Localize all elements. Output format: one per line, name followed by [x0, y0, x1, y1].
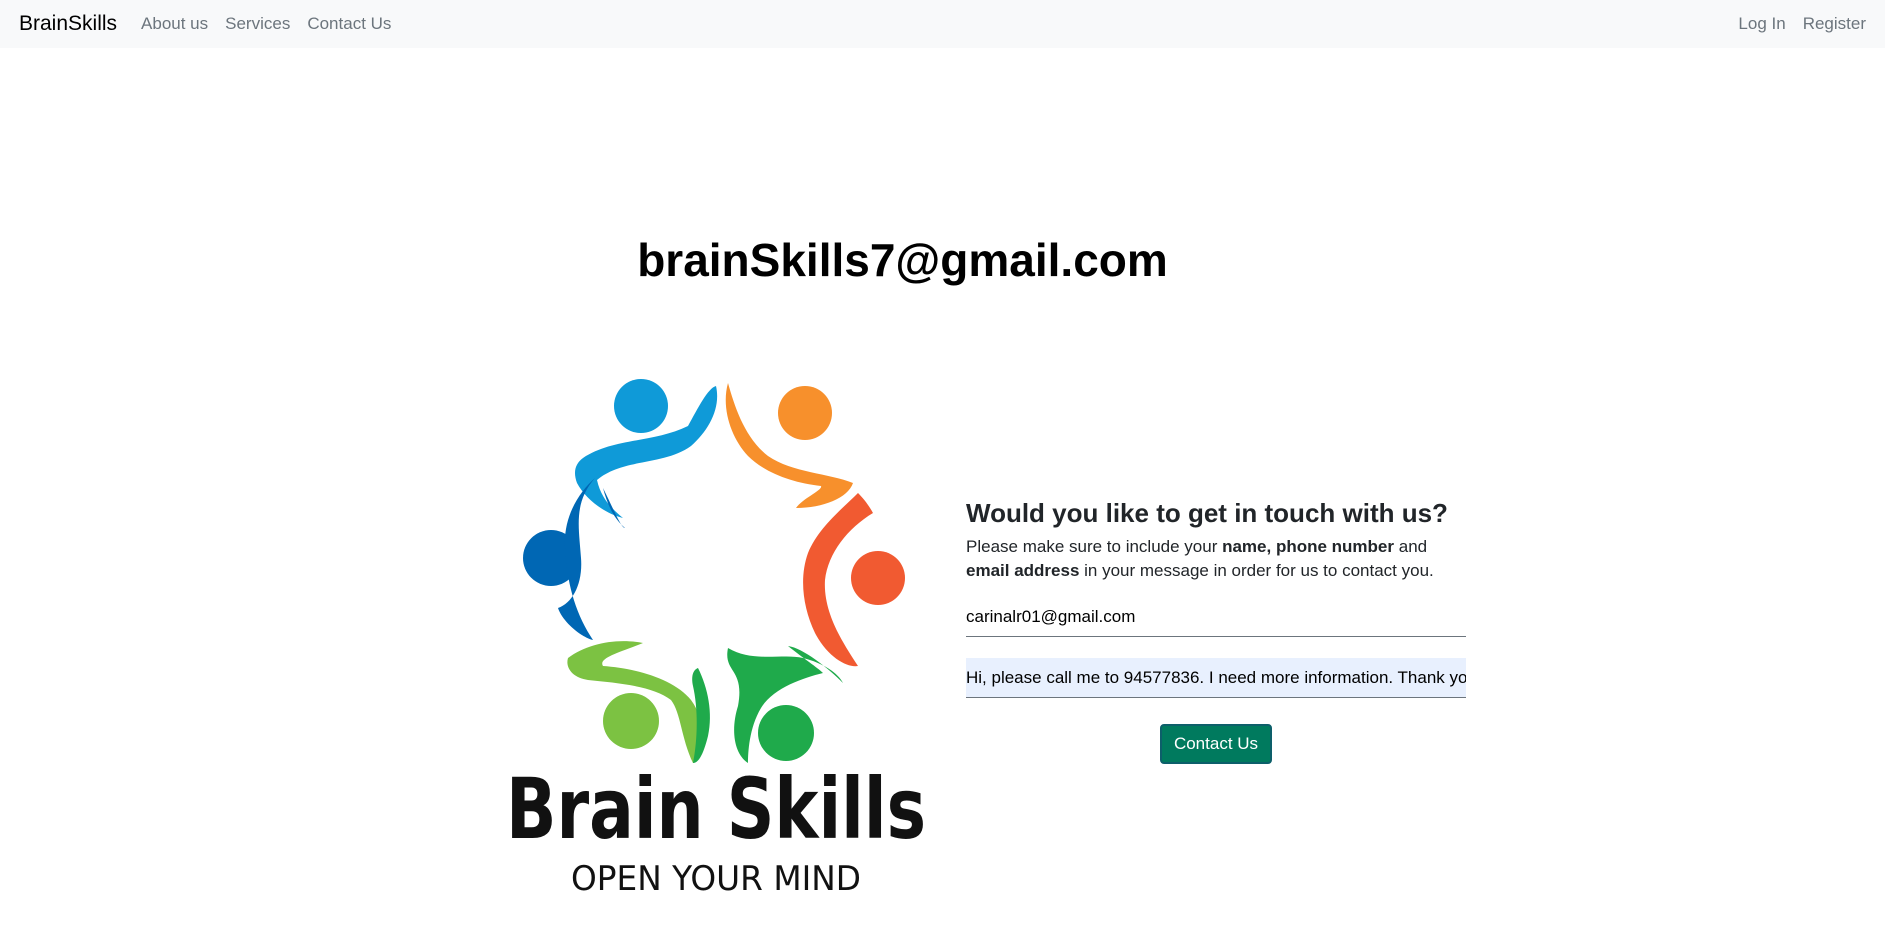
contact-form-panel: Would you like to get in touch with us? …: [966, 497, 1466, 764]
logo-figure-head: [614, 379, 668, 433]
logo-figure-head: [758, 705, 814, 761]
logo-figure-head: [603, 693, 659, 749]
contact-form-title: Would you like to get in touch with us?: [966, 498, 1448, 528]
email-field[interactable]: [966, 597, 1466, 637]
logo-figure-head: [851, 551, 905, 605]
brand-link[interactable]: BrainSkills: [19, 12, 117, 36]
logo-title: Brain Skills: [506, 760, 926, 858]
logo-tagline: OPEN YOUR MIND: [571, 859, 861, 898]
nav-log-in[interactable]: Log In: [1738, 14, 1785, 34]
nav-register[interactable]: Register: [1803, 14, 1866, 34]
contact-us-button[interactable]: Contact Us: [1159, 724, 1273, 764]
contact-email-heading: brainSkills7@gmail.com: [637, 234, 1168, 286]
logo-figure-head: [778, 386, 832, 440]
nav-services[interactable]: Services: [225, 14, 290, 34]
message-field[interactable]: [966, 658, 1466, 698]
submit-wrap: Contact Us: [966, 724, 1466, 764]
nav-about-us[interactable]: About us: [141, 14, 208, 34]
contact-instructions: Please make sure to include your name, p…: [966, 537, 1434, 580]
nav-contact-us[interactable]: Contact Us: [307, 14, 391, 34]
nav-auth-group: Log In Register: [1721, 14, 1866, 34]
brain-skills-logo: Brain Skills OPEN YOUR MIND: [506, 379, 926, 898]
logo-figure-body: [558, 478, 625, 640]
top-navbar: BrainSkills About us Services Contact Us…: [0, 0, 1885, 48]
